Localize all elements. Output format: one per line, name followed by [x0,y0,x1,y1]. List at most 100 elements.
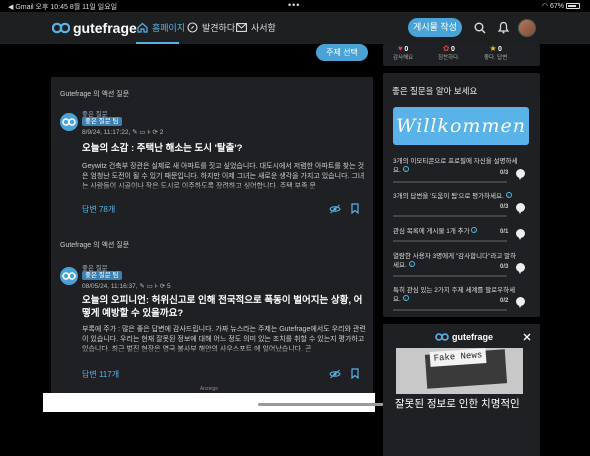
ad-logo: gutefrage [435,332,493,342]
question-title[interactable]: 오늘의 소감 : 주택난 해소는 도시 '탈출'? [82,142,367,155]
author-badge: 좋은 질문 팀 [82,117,122,126]
stat-label: 감사해요 [393,55,414,61]
task-text: 3개의 이모티콘으로 프로필에 자신을 설명하세요. [393,158,518,174]
task-item[interactable]: 3개의 답변을 '도움이 됨'으로 평가하세요. i [393,192,518,201]
info-icon[interactable]: i [402,166,409,172]
task-progress [393,309,507,311]
create-post-button[interactable]: 게시물 작성 [408,18,462,37]
star-icon: ★ [489,44,497,53]
task-text: 3개의 답변을 '도움이 됨'으로 평가하세요. [393,193,504,200]
ad-logo-text: gutefrage [452,332,494,342]
task-progress [393,240,507,242]
card-header: Gutefrage 의 액션 질문 [60,242,130,249]
stat-value: 0 [498,46,502,53]
user-avatar[interactable] [518,19,536,37]
author-avatar[interactable] [60,267,78,285]
multitask-dots[interactable]: ••• [288,0,300,10]
medal-icon [516,263,525,274]
info-icon[interactable]: i [402,295,409,301]
post-date: 08/05/24, 11:16:37, [82,283,138,290]
medal-icon [516,169,525,180]
task-count: 0/3 [500,204,509,210]
logo[interactable]: gutefrage [52,20,137,36]
meta-icons: ✎ ▭ ⊧ ⟳ [132,129,158,136]
task-count: 0/3 [500,170,509,176]
wifi-icon: ◠ [541,3,549,10]
topic-select-button[interactable]: 주제 선택 [316,44,368,61]
bell-icon[interactable] [498,21,509,34]
question-card[interactable]: Gutefrage 의 액션 질문 좋은 질문 좋은 질문 팀 08/05/24… [51,228,373,398]
nav-home[interactable]: 홈페이지 [137,21,185,34]
task-count: 0/3 [500,264,509,270]
status-right: ◠ 67% [542,2,580,10]
home-icon [137,22,148,33]
panel-title: 좋은 질문을 알아 보세요 [392,86,478,96]
nav-messages[interactable]: 사서함 [236,21,276,34]
bookmark-icon[interactable] [351,368,359,379]
stat-label: 좋다. 답변 [484,55,508,61]
compass-icon [187,22,198,33]
nav-explore-label: 발견하다 [202,23,236,33]
info-icon[interactable]: i [471,227,478,233]
post-meta: 08/05/24, 11:16:37, ✎ ▭ ⊧ ⟳ 5 [82,282,171,290]
task-text: 특히 관심 있는 2가지 주제 세계를 팔로우하세요. [393,287,516,303]
bookmark-icon[interactable] [351,203,359,214]
author-badge: 좋은 질문 팀 [82,271,122,280]
mail-icon [236,23,247,32]
nav-messages-label: 사서함 [251,23,276,33]
feed: 주제 선택 Gutefrage 의 액션 질문 좋은 질문 좋은 질문 팀 8/… [43,44,375,412]
body-fade [51,184,373,192]
task-count: 0/2 [500,298,509,304]
close-icon[interactable] [523,333,531,341]
search-icon[interactable] [474,22,486,34]
medal-icon [516,203,525,214]
hide-icon[interactable] [329,204,341,214]
stat-label: 칭찬하다. [438,55,460,61]
gutefrage-logo-icon [62,118,76,126]
ad-panel[interactable]: gutefrage Fake News 잘못된 정보로 인한 치명적인 [383,324,540,456]
task-progress [393,215,507,217]
card-header: Gutefrage 의 액션 질문 [60,91,130,98]
task-progress [393,181,507,183]
battery-icon [566,3,580,9]
ad-title[interactable]: 잘못된 정보로 인한 치명적인 [395,396,520,411]
gutefrage-logo-icon [52,22,70,34]
stats-panel: ♥ 0 감사해요 ✿ 0 칭찬하다. ★ 0 좋다. 답변 [383,44,540,66]
like-count: 5 [167,283,171,290]
top-navigation: gutefrage 홈페이지 발견하다 사서함 게시물 작성 [0,12,590,44]
stat-thanks: ♥ 0 감사해요 [393,44,413,61]
bottom-ad-banner[interactable]: Anzeige [43,386,403,412]
gutefrage-logo-icon [435,333,449,341]
ad-label: Anzeige [199,386,219,392]
nav-explore[interactable]: 발견하다 [187,21,235,34]
horizontal-scrollbar[interactable] [258,403,403,406]
medal-icon [516,297,525,308]
task-count: 0/1 [500,229,509,235]
answer-count-link[interactable]: 답변 117개 [82,369,119,380]
like-count: 2 [159,129,164,136]
onboarding-panel: 좋은 질문을 알아 보세요 Willkommen 3개의 이모티콘으로 프로필에… [383,73,540,317]
nav-home-label: 홈페이지 [152,23,186,33]
logo-text: gutefrage [73,20,137,36]
task-progress [393,275,507,277]
info-icon[interactable]: i [408,261,415,267]
stat-value: 0 [451,46,455,53]
medal-icon [516,229,525,240]
question-title[interactable]: 오늘의 오피니언: 허위신고로 인해 전국적으로 폭동이 벌어지는 상황, 어떻… [82,294,367,320]
medal-icon: ✿ [442,44,450,53]
info-icon[interactable]: i [505,192,512,198]
status-bar: ◀ Gmail 오후 10:45 8월 11일 일요일 ••• ◠ 67% [0,0,590,12]
stat-praise: ✿ 0 칭찬하다. [438,44,460,61]
post-date: 8/9/24, 11:17:22, [82,129,131,136]
stat-good-answer: ★ 0 좋다. 답변 [484,44,507,61]
answer-count-link[interactable]: 답변 78개 [82,204,115,215]
ad-image: Fake News [396,348,523,394]
gutefrage-logo-icon [62,272,76,280]
task-text: 관심 목록에 게시물 1개 추가 [393,228,470,235]
meta-icons: ✎ ▭ ⊧ ⟳ [139,283,166,290]
hide-icon[interactable] [329,369,341,379]
heart-icon: ♥ [398,44,403,53]
author-avatar[interactable] [60,113,78,131]
status-left: ◀ Gmail 오후 10:45 8월 11일 일요일 [8,4,118,11]
body-fade [51,347,373,355]
